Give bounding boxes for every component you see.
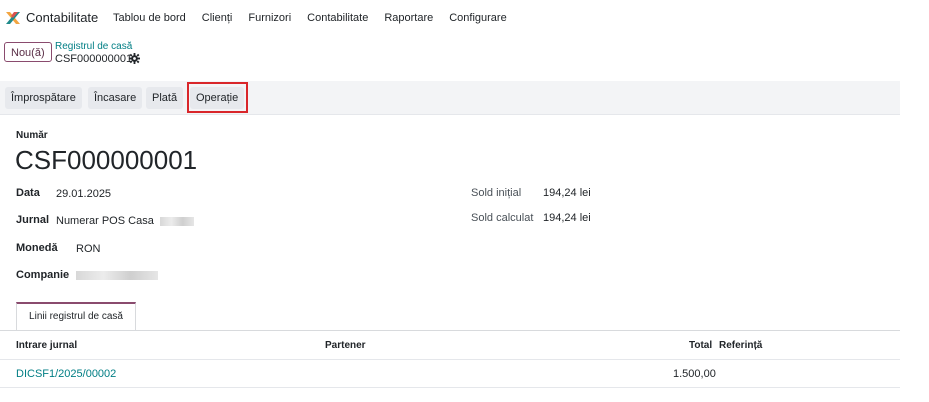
company-field[interactable] [76, 269, 158, 281]
gear-icon[interactable] [129, 53, 140, 64]
journal-entry-link[interactable]: DICSF1/2025/00002 [16, 368, 116, 380]
app-name[interactable]: Contabilitate [26, 10, 98, 25]
header-button-bar: Împrospătare Încasare Plată Operație [0, 81, 900, 115]
menu-customers[interactable]: Clienți [202, 12, 233, 24]
journal-value: Numerar POS Casa [56, 215, 154, 227]
journal-label: Jurnal [16, 214, 50, 226]
computed-balance-label: Sold calculat [471, 212, 534, 224]
date-label: Data [16, 187, 40, 199]
computed-balance-value: 194,24 lei [543, 212, 591, 224]
menu-dashboard[interactable]: Tablou de bord [113, 12, 186, 24]
menu-accounting[interactable]: Contabilitate [307, 12, 368, 24]
breadcrumb-parent[interactable]: Registrul de casă [55, 41, 132, 52]
cash-in-button[interactable]: Încasare [88, 87, 143, 109]
redacted-text [76, 270, 158, 280]
payment-button[interactable]: Plată [146, 87, 184, 109]
table-header-divider [0, 359, 900, 360]
redacted-text [159, 216, 194, 226]
opening-balance-label: Sold inițial [471, 187, 522, 199]
number-label: Număr [16, 130, 48, 141]
date-field[interactable]: 29.01.2025 [56, 188, 111, 200]
refresh-button[interactable]: Împrospătare [5, 87, 82, 109]
opening-balance-value: 194,24 lei [543, 187, 591, 199]
column-header-reference[interactable]: Referință [719, 340, 762, 351]
column-header-partner[interactable]: Partener [325, 340, 366, 351]
company-label: Companie [16, 269, 70, 281]
app-logo-icon[interactable] [5, 10, 21, 26]
main-menu: Tablou de bord Clienți Furnizori Contabi… [113, 12, 523, 24]
tab-cash-lines[interactable]: Linii registrul de casă [16, 302, 136, 330]
journal-field[interactable]: Numerar POS Casa [56, 215, 194, 227]
top-navbar: Contabilitate Tablou de bord Clienți Fur… [0, 0, 929, 36]
table-row-divider [0, 387, 900, 388]
column-header-entry[interactable]: Intrare jurnal [16, 340, 77, 351]
tab-divider [0, 330, 900, 331]
menu-vendors[interactable]: Furnizori [248, 12, 291, 24]
currency-label: Monedă [16, 242, 58, 254]
breadcrumb-current: CSF000000001 [55, 53, 133, 65]
menu-configuration[interactable]: Configurare [449, 12, 506, 24]
menu-reporting[interactable]: Raportare [384, 12, 433, 24]
column-header-total[interactable]: Total [689, 340, 712, 351]
record-number: CSF000000001 [15, 145, 198, 175]
row-total[interactable]: 1.500,00 [673, 368, 716, 380]
new-button[interactable]: Nou(ă) [4, 42, 52, 62]
operation-button-highlight [187, 82, 248, 113]
currency-field[interactable]: RON [76, 243, 100, 255]
